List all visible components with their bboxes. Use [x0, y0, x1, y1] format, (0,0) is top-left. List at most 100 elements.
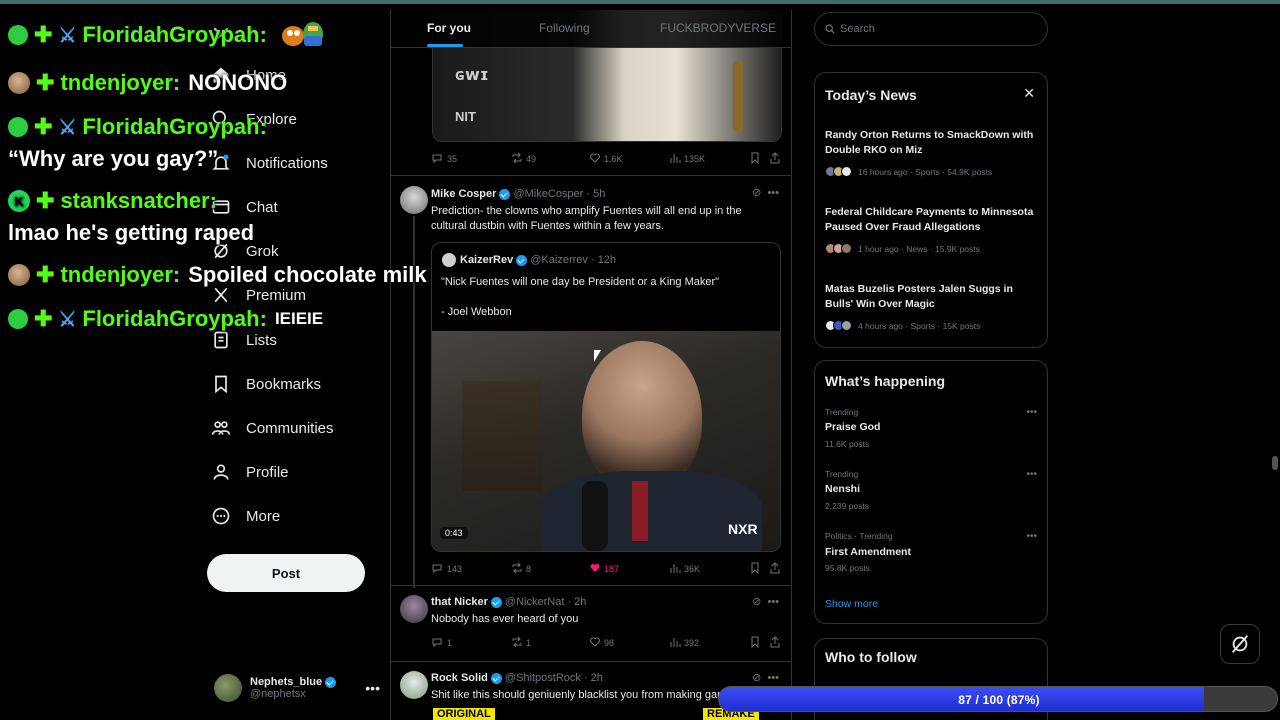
trend-name[interactable]: Praise God: [825, 421, 880, 433]
person-icon: [210, 461, 232, 483]
like-count: 98: [604, 638, 615, 648]
grok-icon[interactable]: ⊘: [752, 596, 761, 608]
tab-for-you[interactable]: For you: [427, 21, 471, 35]
grok-floating-button[interactable]: [1220, 624, 1260, 664]
people-icon: [210, 417, 232, 439]
post-text: Nobody has ever heard of you: [431, 613, 579, 625]
like-icon[interactable]: [589, 152, 601, 164]
post[interactable]: that Nicker @NickerNat · 2h ⊘ ••• Nobody…: [391, 585, 791, 661]
progress-label: 87 / 100 (87%): [958, 693, 1040, 707]
reply-count: 35: [447, 154, 458, 164]
post-time[interactable]: · 2h: [567, 596, 586, 608]
post-actions: 35 49 1.6K 135K: [431, 152, 781, 168]
repost-icon[interactable]: [511, 152, 523, 164]
post-time[interactable]: · 5h: [586, 188, 605, 200]
views-icon[interactable]: [669, 636, 681, 648]
news-item-meta: 4 hours ago · Sports · 15K posts: [825, 320, 980, 331]
post-handle[interactable]: @NickerNat: [505, 596, 564, 608]
post-handle[interactable]: @MikeCosper: [513, 188, 583, 200]
search-input[interactable]: Search: [814, 12, 1048, 46]
video-player[interactable]: 0:43 NXR: [432, 331, 780, 551]
like-count: 1.6K: [604, 154, 623, 164]
nav-item-more[interactable]: More: [210, 501, 280, 531]
trend-name[interactable]: First Amendment: [825, 546, 911, 558]
more-dots-icon[interactable]: •••: [1026, 407, 1037, 418]
post-author[interactable]: Rock Solid: [431, 672, 488, 684]
post-menu[interactable]: ⊘ •••: [752, 186, 779, 199]
chat-message: ✚ ⚔ FloridahGroypah:: [8, 18, 323, 52]
grok-icon[interactable]: ⊘: [752, 672, 761, 684]
face-badge-icon: [8, 264, 30, 286]
post-actions: 1 1 98 392: [431, 636, 781, 652]
liked-heart-icon[interactable]: [589, 562, 601, 574]
nav-label-communities: Communities: [246, 419, 334, 437]
page-scrollbar[interactable]: [1272, 456, 1278, 470]
reply-icon[interactable]: [431, 636, 443, 648]
account-switcher[interactable]: Nephets_blue @nephetsx •••: [214, 674, 384, 702]
repost-icon[interactable]: [511, 636, 523, 648]
show-more-link[interactable]: Show more: [825, 598, 878, 610]
post-actions: 143 8 187 36K: [431, 562, 781, 578]
like-icon[interactable]: [589, 636, 601, 648]
news-item-meta: 16 hours ago · Sports · 54.9K posts: [825, 166, 992, 177]
quote-time: · 12h: [590, 254, 617, 266]
share-icon[interactable]: [769, 562, 781, 574]
verified-badge-icon: [499, 188, 511, 200]
chat-message: ✚ ⚔ FloridahGroypah:: [8, 114, 275, 140]
nav-item-communities[interactable]: Communities: [210, 413, 334, 443]
green-badge-icon: [8, 117, 28, 137]
repost-icon[interactable]: [511, 562, 523, 574]
avatar[interactable]: [400, 671, 428, 699]
reply-icon[interactable]: [431, 152, 443, 164]
more-dots-icon[interactable]: •••: [1026, 531, 1037, 542]
chat-message: ✚ ⚔ FloridahGroypah: IEIEIE: [8, 306, 323, 332]
chat-username: tndenjoyer:: [60, 262, 181, 287]
post[interactable]: Mike Cosper @MikeCosper · 5h ⊘ ••• Predi…: [391, 175, 791, 588]
whats-happening-card: What’s happening Trending Praise God 11.…: [814, 360, 1048, 624]
quote-text: "Nick Fuentes will one day be President …: [441, 276, 720, 288]
card-title: Today’s News: [825, 87, 917, 103]
reply-icon[interactable]: [431, 562, 443, 574]
grok-icon[interactable]: ⊘: [752, 187, 761, 199]
bookmark-icon[interactable]: [749, 636, 761, 648]
trend-name[interactable]: Nenshi: [825, 483, 860, 495]
verified-badge-icon: [490, 596, 502, 608]
post-time[interactable]: · 2h: [584, 672, 603, 684]
mouse-cursor-icon: [594, 350, 601, 362]
post-button[interactable]: Post: [207, 554, 365, 592]
post-menu[interactable]: ⊘ •••: [752, 595, 779, 608]
quoted-post[interactable]: KaizerRev @Kaizerrev · 12h "Nick Fuentes…: [431, 242, 781, 552]
views-icon[interactable]: [669, 562, 681, 574]
news-item-title[interactable]: Randy Orton Returns to SmackDown with Do…: [825, 128, 1040, 158]
post-author[interactable]: Mike Cosper: [431, 188, 496, 200]
nav-item-profile[interactable]: Profile: [210, 457, 289, 487]
bookmark-icon[interactable]: [749, 152, 761, 164]
news-item-title[interactable]: Matas Buzelis Posters Jalen Suggs in Bul…: [825, 282, 1040, 312]
grok-icon: [1231, 635, 1249, 653]
avatar: [841, 166, 852, 177]
chat-username: FloridahGroypah:: [82, 22, 267, 47]
close-icon[interactable]: ✕: [1023, 85, 1035, 102]
views-icon[interactable]: [669, 152, 681, 164]
avatar[interactable]: [400, 186, 428, 214]
more-dots-icon[interactable]: •••: [1026, 469, 1037, 480]
post-handle[interactable]: @ShitpostRock: [505, 672, 581, 684]
chat-text: “Why are you gay?”: [8, 146, 219, 171]
tab-custom-list[interactable]: FUCKBRODYVERSE: [660, 21, 776, 35]
card-title: What’s happening: [825, 373, 946, 389]
nav-label-lists: Lists: [246, 331, 277, 349]
nav-item-notifications[interactable]: Notifications: [210, 148, 328, 178]
share-icon[interactable]: [769, 152, 781, 164]
bookmark-icon[interactable]: [749, 562, 761, 574]
account-handle: @nephetsx: [250, 688, 306, 700]
avatar[interactable]: [400, 595, 428, 623]
post-menu[interactable]: ⊘ •••: [752, 671, 779, 684]
post-author[interactable]: that Nicker: [431, 596, 488, 608]
tab-following[interactable]: Following: [539, 21, 590, 35]
nav-item-bookmarks[interactable]: Bookmarks: [210, 369, 321, 399]
share-icon[interactable]: [769, 636, 781, 648]
news-item-title[interactable]: Federal Childcare Payments to Minnesota …: [825, 205, 1040, 235]
more-dots-icon[interactable]: •••: [365, 680, 380, 696]
chat-text: Spoiled chocolate milk: [188, 262, 427, 287]
chat-message: K ✚ stanksnatcher:: [8, 188, 225, 214]
